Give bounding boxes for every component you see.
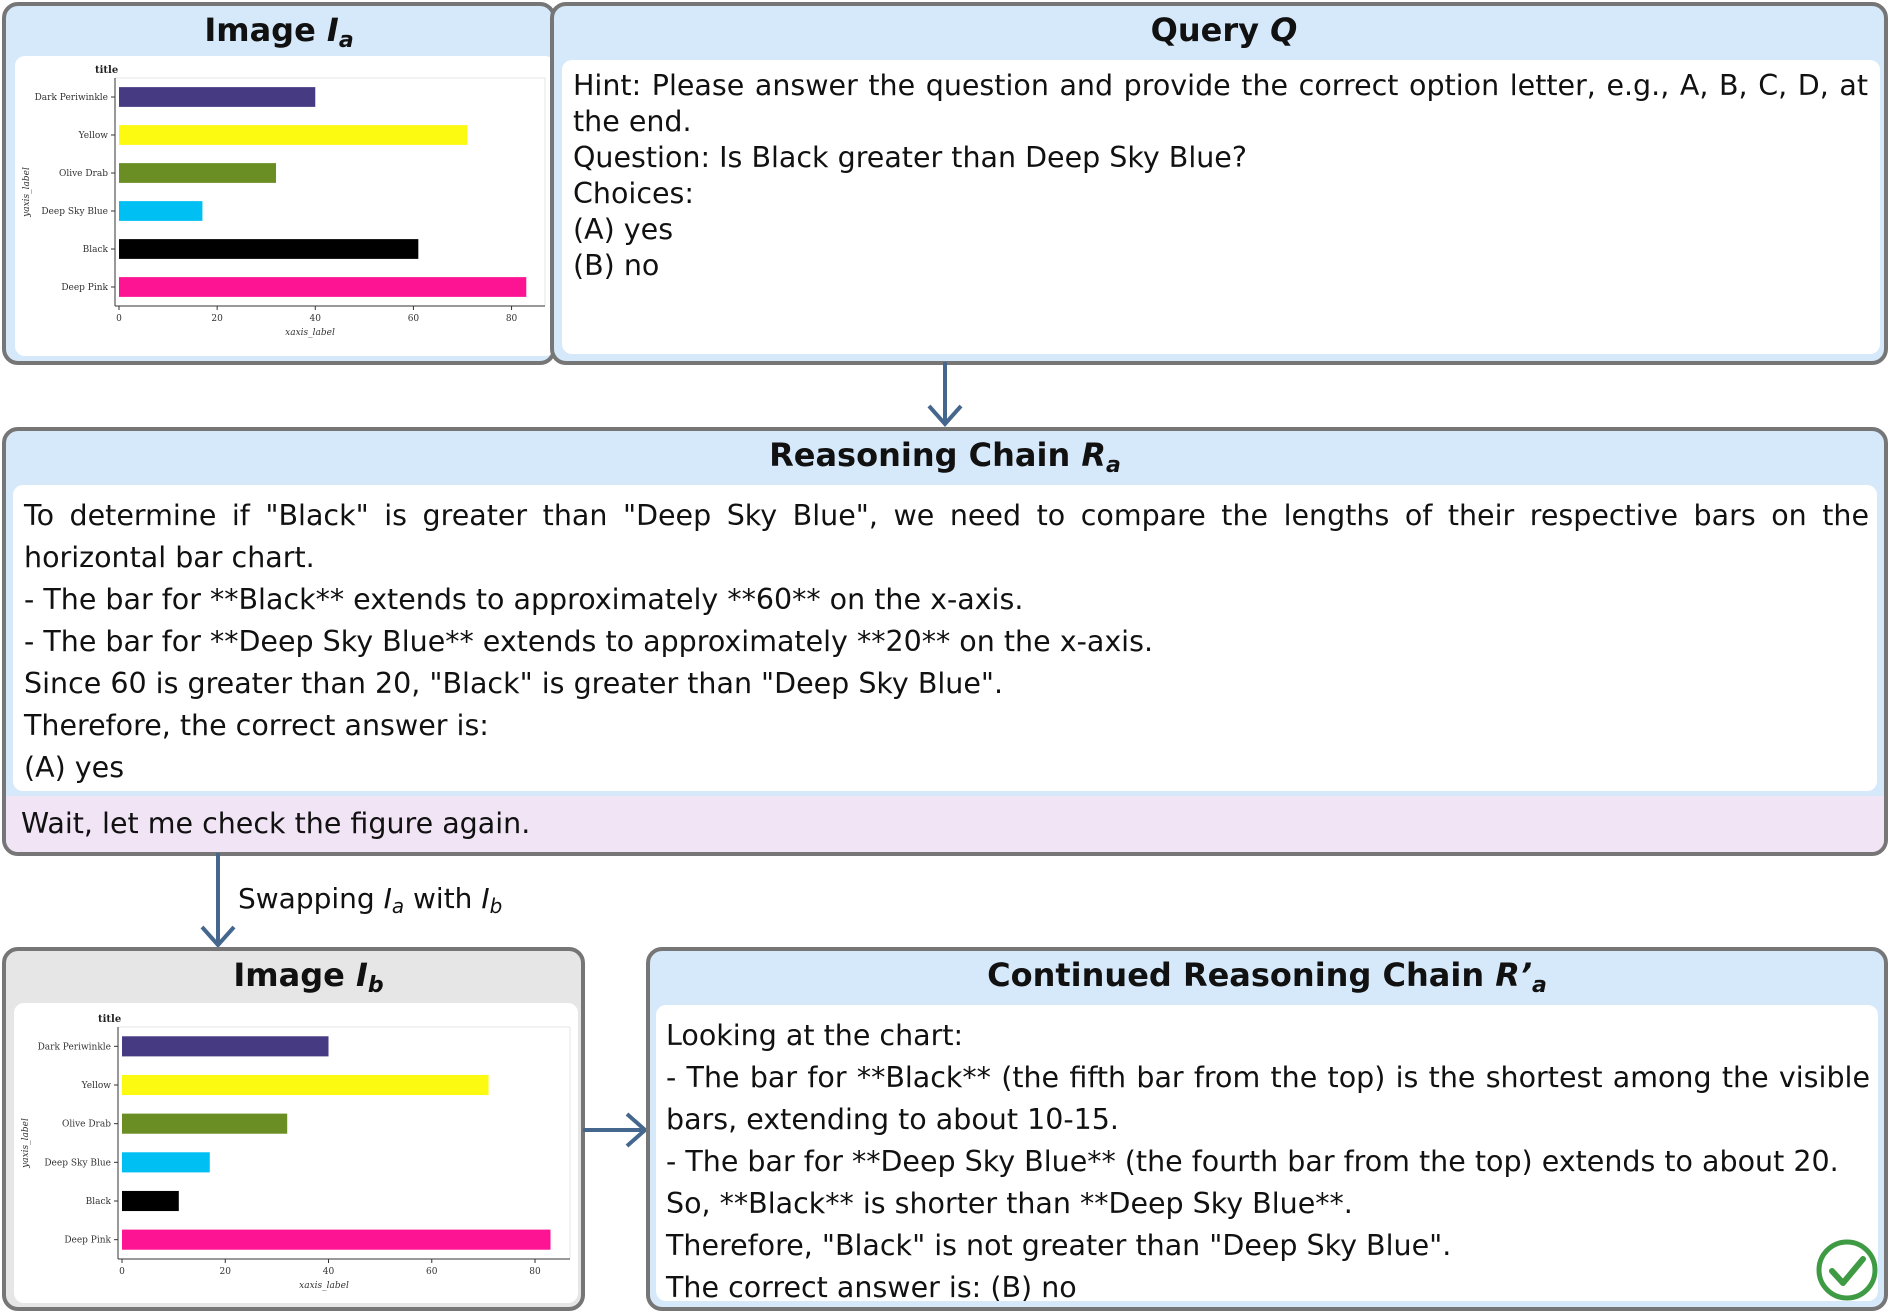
check-circle-icon (1816, 1239, 1878, 1301)
x-tick-label: 0 (116, 314, 122, 324)
bar-black (122, 1190, 179, 1212)
continued-text: Looking at the chart: - The bar for **Bl… (656, 1005, 1878, 1304)
query-panel: Query Q Hint: Please answer the question… (550, 2, 1888, 365)
right-arrow-image-b-to-continued (583, 1112, 649, 1148)
y-tick-label: Dark Periwinkle (35, 93, 108, 103)
image-b-heading: Image Ib (233, 956, 384, 998)
reasoning-line-3: - The bar for **Deep Sky Blue** extends … (24, 625, 1154, 658)
bar-deep-sky-blue (119, 201, 203, 221)
x-tick-label: 80 (529, 1267, 541, 1277)
x-tick-label: 60 (408, 314, 420, 324)
continued-line-6: The correct answer is: (B) no (666, 1271, 1077, 1304)
image-b-symbol: I (355, 956, 368, 994)
continued-subscript: a (1532, 973, 1547, 998)
query-line-question: Question: Is Black greater than Deep Sky… (573, 141, 1247, 174)
query-line-choices: Choices: (573, 177, 694, 210)
continued-line-1: Looking at the chart: (666, 1019, 964, 1052)
y-tick-label: Yellow (78, 131, 109, 141)
continued-line-4: So, **Black** is shorter than **Deep Sky… (666, 1187, 1353, 1220)
y-tick-label: Black (86, 1197, 112, 1207)
reasoning-line-6: (A) yes (24, 751, 125, 784)
continued-line-2: - The bar for **Black** (the fifth bar f… (666, 1061, 1870, 1136)
bar-olive-drab (119, 163, 277, 183)
y-tick-label: Deep Pink (61, 283, 108, 293)
x-tick-label: 40 (310, 314, 322, 324)
x-axis-label: xaxis_label (299, 1281, 349, 1291)
x-tick-label: 60 (426, 1267, 438, 1277)
chart-title: title (98, 1014, 121, 1025)
continued-reasoning-panel: Continued Reasoning Chain R’a Looking at… (646, 947, 1888, 1311)
bar-olive-drab (122, 1113, 288, 1134)
continued-line-3: - The bar for **Deep Sky Blue** (the fou… (666, 1145, 1839, 1178)
chart-b-card: title Dark Periwinkle Yellow Olive Drab Deep… (14, 1003, 578, 1303)
query-line-choice-a: (A) yes (573, 213, 674, 246)
bar-dark-periwinkle (119, 87, 316, 107)
reasoning-line-5: Therefore, the correct answer is: (24, 709, 489, 742)
continued-symbol: R’ (1495, 956, 1533, 994)
bar-dark-periwinkle (122, 1036, 329, 1057)
y-tick-label: Deep Pink (64, 1236, 111, 1246)
x-tick-label: 80 (506, 314, 518, 324)
y-tick-label: Yellow (81, 1081, 112, 1091)
bar-deep-pink (119, 277, 527, 297)
bar-black (119, 239, 419, 259)
reasoning-heading: Reasoning Chain Ra (769, 436, 1121, 478)
y-tick-label: Black (83, 245, 109, 255)
x-tick-label: 0 (119, 1267, 125, 1277)
y-tick-label: Olive Drab (62, 1120, 111, 1130)
reasoning-subscript: a (1106, 453, 1121, 478)
continued-heading: Continued Reasoning Chain R’a (987, 956, 1547, 998)
query-heading: Query Q (1150, 11, 1298, 49)
query-text: Hint: Please answer the question and pro… (562, 60, 1880, 354)
bar-deep-pink (122, 1229, 551, 1250)
x-tick-label: 20 (220, 1267, 232, 1277)
bar-chart-a: title Dark Periwinkle Yellow Olive Drab Deep… (22, 65, 546, 338)
x-axis-label: xaxis_label (285, 328, 335, 338)
bar-deep-sky-blue (122, 1152, 210, 1173)
y-tick-label: Olive Drab (59, 169, 108, 179)
y-tick-label: Deep Sky Blue (44, 1158, 111, 1168)
image-a-subscript: a (338, 28, 354, 53)
continued-line-5: Therefore, "Black" is not greater than "… (666, 1229, 1452, 1262)
y-tick-label: Dark Periwinkle (38, 1042, 111, 1052)
y-axis-label: yaxis_label (22, 167, 32, 218)
image-a-panel: Image Ia title Dark Periwinkle Yellow Olive… (2, 2, 556, 365)
query-symbol: Q (1270, 11, 1298, 49)
query-line-hint: Hint: Please answer the question and pro… (573, 69, 1868, 138)
reasoning-line-2: - The bar for **Black** extends to appro… (24, 583, 1024, 616)
reasoning-text: To determine if "Black" is greater than … (13, 485, 1877, 791)
bar-yellow (122, 1074, 489, 1096)
down-arrow-query-to-reasoning (927, 362, 963, 428)
reasoning-chain-panel: Reasoning Chain Ra To determine if "Blac… (2, 427, 1888, 856)
reasoning-line-4: Since 60 is greater than 20, "Black" is … (24, 667, 1004, 700)
bar-yellow (119, 125, 468, 145)
image-a-symbol: I (326, 11, 339, 49)
x-tick-label: 20 (211, 314, 223, 324)
x-tick-label: 40 (323, 1267, 335, 1277)
image-b-panel: Image Ib title Dark Periwinkle Yellow Olive… (2, 947, 585, 1311)
swap-label: Swapping Ia with Ib (238, 882, 503, 918)
reasoning-symbol: R (1081, 436, 1107, 474)
y-tick-label: Deep Sky Blue (41, 207, 108, 217)
y-axis-label: yaxis_label (21, 1118, 31, 1169)
reasoning-line-1: To determine if "Black" is greater than … (24, 499, 1869, 574)
image-b-subscript: b (367, 973, 384, 998)
reflection-text: Wait, let me check the figure again. (6, 796, 1884, 852)
down-arrow-swap (200, 853, 236, 949)
bar-chart-b: title Dark Periwinkle Yellow Olive Drab Deep… (21, 1014, 571, 1291)
query-line-choice-b: (B) no (573, 249, 660, 282)
chart-title: title (95, 65, 118, 76)
chart-a-card: title Dark Periwinkle Yellow Olive Drab Deep… (15, 56, 552, 356)
